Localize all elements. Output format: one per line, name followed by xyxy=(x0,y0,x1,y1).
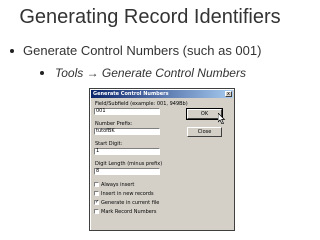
checkbox-label: Mark Record Numbers xyxy=(101,209,157,215)
field-subfield-input[interactable]: 001 xyxy=(94,108,160,115)
always-insert-checkbox[interactable]: Always insert xyxy=(94,182,134,188)
bullet-dot-icon xyxy=(40,70,44,75)
checkbox-box[interactable] xyxy=(94,209,99,214)
digit-length-label: Digit Length (minus prefix) xyxy=(95,161,163,167)
checkbox-label: Always insert xyxy=(101,182,135,188)
field-subfield-label: Field/Subfield (example: 001, 949Bb) xyxy=(95,101,188,107)
checkbox-box[interactable] xyxy=(94,182,99,187)
bullet-dot-icon xyxy=(10,48,14,53)
generate-in-current-file-checkbox[interactable]: ✓ Generate in current file xyxy=(94,200,159,206)
bullet-generate-control-numbers: Generate Control Numbers (such as 001) xyxy=(10,43,261,58)
slide-title: Generating Record Identifiers xyxy=(19,6,281,28)
checkbox-label: Generate in current file xyxy=(101,200,160,206)
mouse-pointer-icon xyxy=(218,113,226,124)
checkbox-label: Insert in new records xyxy=(101,191,154,197)
checkbox-box[interactable] xyxy=(94,191,99,196)
digit-length-input[interactable]: 8 xyxy=(94,168,160,175)
bullet-text: Tools → Generate Control Numbers xyxy=(55,66,246,80)
close-icon[interactable]: x xyxy=(225,91,232,97)
mark-record-numbers-checkbox[interactable]: Mark Record Numbers xyxy=(94,209,156,215)
generate-control-numbers-dialog: Generate Control Numbers x Field/Subfiel… xyxy=(89,88,235,231)
bullet-text: Generate Control Numbers (such as 001) xyxy=(23,43,262,58)
ok-button[interactable]: OK xyxy=(186,108,223,120)
insert-in-new-records-checkbox[interactable]: Insert in new records xyxy=(94,191,154,197)
start-digit-label: Start Digit: xyxy=(95,141,123,147)
dialog-title: Generate Control Numbers xyxy=(93,91,169,97)
start-digit-input[interactable]: 1 xyxy=(94,148,160,155)
dialog-titlebar[interactable]: Generate Control Numbers x xyxy=(91,90,233,98)
number-prefix-label: Number Prefix: xyxy=(95,121,133,127)
close-button[interactable]: Close xyxy=(187,127,222,137)
bullet-tools-menu-path: Tools → Generate Control Numbers xyxy=(40,66,246,80)
checkbox-checked[interactable]: ✓ xyxy=(94,200,99,205)
number-prefix-input[interactable]: tutofBK xyxy=(94,128,160,135)
